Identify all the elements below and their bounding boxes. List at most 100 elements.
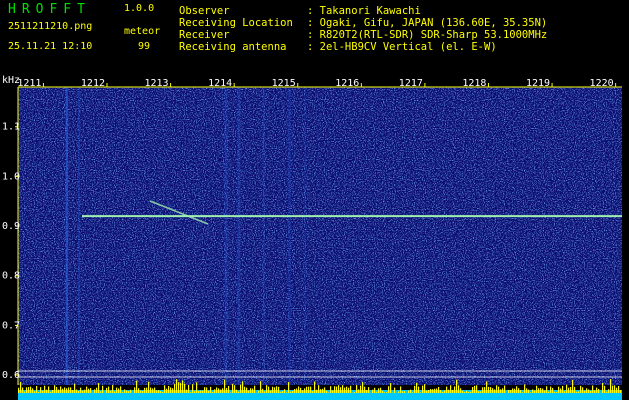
echo-bar — [548, 391, 550, 393]
echo-bar — [420, 392, 422, 393]
echo-bar — [316, 389, 318, 393]
echo-bar — [490, 387, 492, 393]
echo-bar — [262, 388, 264, 393]
echo-bar — [78, 390, 80, 393]
echo-bar — [120, 386, 122, 393]
echo-bar — [592, 385, 594, 393]
echo-bar — [90, 388, 92, 393]
echo-bar — [336, 386, 338, 393]
echo-bar — [76, 389, 78, 393]
echo-bar — [294, 389, 296, 393]
echo-bar — [156, 390, 158, 393]
y-tick-label: 1.1 — [2, 122, 20, 133]
x-tick-label: 1213 — [144, 78, 168, 89]
echo-bar — [326, 390, 328, 393]
echo-bar — [184, 383, 186, 393]
echo-bar — [356, 385, 358, 393]
echo-bar — [382, 390, 384, 393]
echo-bar — [118, 388, 120, 393]
echo-bar — [84, 389, 86, 393]
echo-bar — [20, 381, 22, 393]
x-tick-label: 1217 — [399, 78, 423, 89]
echo-bar — [302, 390, 304, 393]
echo-bar — [108, 386, 110, 393]
header-panel: HROFFT 1.0.0 2511211210.png 25.11.21 12:… — [0, 0, 629, 75]
echo-bar — [286, 392, 288, 393]
echo-bar — [488, 386, 490, 393]
echo-bar — [372, 389, 374, 393]
echo-bar — [304, 388, 306, 393]
file-name: 2511211210.png — [8, 21, 93, 32]
echo-bar — [480, 391, 482, 393]
y-tick-label: 0.6 — [2, 370, 20, 381]
echo-bar — [320, 389, 322, 393]
location-value: : Ogaki, Gifu, JAPAN (136.60E, 35.35N) — [307, 17, 548, 29]
echo-bar — [418, 386, 420, 393]
echo-bar — [144, 387, 146, 393]
echo-bar — [164, 385, 166, 393]
echo-bar — [346, 386, 348, 393]
echo-bar — [106, 387, 108, 393]
echo-bar — [180, 383, 182, 393]
echo-bar — [424, 384, 426, 393]
echo-bar — [614, 385, 616, 393]
echo-bar — [404, 391, 406, 393]
echo-bar — [434, 388, 436, 393]
echo-bar — [300, 387, 302, 393]
noise-streak — [78, 87, 80, 385]
noise-streak — [65, 87, 68, 385]
echo-bar — [602, 383, 604, 393]
echo-bar — [612, 385, 614, 393]
echo-bar — [594, 390, 596, 393]
echo-bar — [160, 391, 162, 393]
echo-bar — [30, 386, 32, 393]
echo-bar — [204, 387, 206, 393]
echo-bar — [188, 384, 190, 393]
echo-bar — [274, 387, 276, 393]
echo-bar — [32, 388, 34, 393]
echo-bar — [464, 391, 466, 393]
echo-bar — [342, 385, 344, 393]
echo-bar — [226, 388, 228, 393]
echo-bar — [388, 386, 390, 393]
echo-bar — [456, 379, 458, 393]
echo-bar — [102, 385, 104, 393]
echo-bar — [292, 390, 294, 393]
echo-bar — [82, 390, 84, 393]
echo-bar — [556, 392, 558, 393]
echo-bar — [550, 386, 552, 393]
x-tick-label: 1218 — [462, 78, 486, 89]
echo-bar — [126, 390, 128, 393]
echo-bar — [584, 390, 586, 393]
echo-bar — [44, 385, 46, 393]
echo-bar — [474, 385, 476, 393]
echo-bar — [416, 382, 418, 393]
echo-bar — [264, 391, 266, 393]
echo-bar — [142, 390, 144, 393]
echo-bar — [322, 388, 324, 393]
echo-bar — [74, 383, 76, 393]
echo-bar — [190, 392, 192, 393]
echo-bar — [22, 387, 24, 393]
echo-bar — [606, 391, 608, 393]
echo-bar — [332, 390, 334, 393]
echo-bar — [18, 387, 20, 393]
echo-bar — [54, 385, 56, 393]
echo-bar — [38, 392, 40, 393]
echo-bar — [282, 391, 284, 393]
echo-bar — [412, 392, 414, 393]
echo-bar — [494, 389, 496, 393]
echo-bar — [70, 387, 72, 393]
echo-bar — [380, 387, 382, 393]
echo-bar — [260, 381, 262, 393]
echo-bar — [414, 385, 416, 393]
echo-bar — [452, 389, 454, 393]
echo-bar — [158, 390, 160, 393]
echo-bar — [246, 387, 248, 393]
echo-bar — [214, 389, 216, 393]
echo-bar — [62, 388, 64, 393]
x-tick-label: 1214 — [208, 78, 232, 89]
echo-bar — [398, 391, 400, 393]
echo-bar — [58, 389, 60, 393]
echo-bar — [170, 387, 172, 393]
